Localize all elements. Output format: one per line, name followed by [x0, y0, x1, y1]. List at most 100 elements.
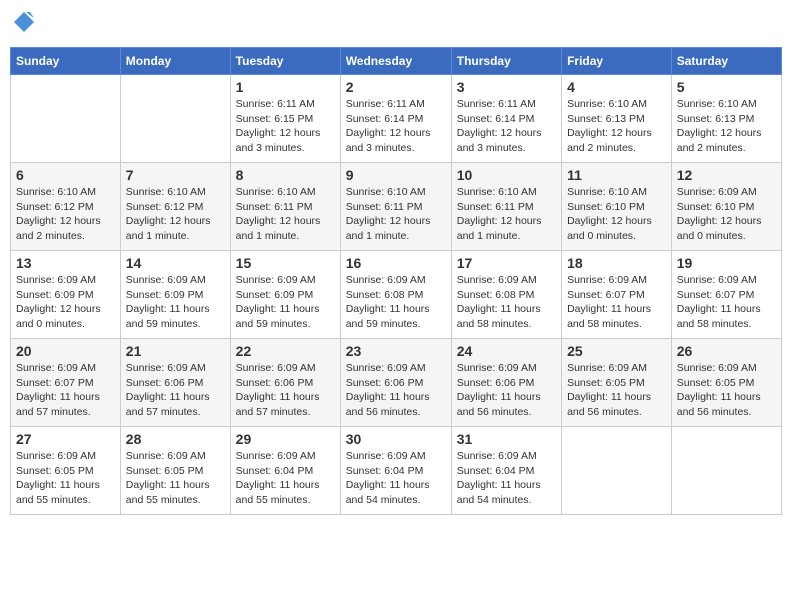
day-number: 15 — [236, 255, 335, 271]
logo — [10, 10, 36, 39]
calendar-cell: 28 Sunrise: 6:09 AM Sunset: 6:05 PM Dayli… — [120, 427, 230, 515]
day-info: Sunrise: 6:09 AM Sunset: 6:06 PM Dayligh… — [346, 361, 446, 420]
weekday-header: Monday — [120, 48, 230, 75]
calendar-cell: 13Sunrise: 6:09 AM Sunset: 6:09 PM Dayli… — [11, 251, 121, 339]
weekday-header: Wednesday — [340, 48, 451, 75]
calendar-cell: 8 Sunrise: 6:10 AM Sunset: 6:11 PM Daylig… — [230, 163, 340, 251]
day-number: 17 — [457, 255, 556, 271]
day-info: Sunrise: 6:09 AM Sunset: 6:04 PM Dayligh… — [346, 449, 446, 508]
day-number: 16 — [346, 255, 446, 271]
day-info: Sunrise: 6:10 AM Sunset: 6:13 PM Dayligh… — [567, 97, 666, 156]
calendar-cell: 18 Sunrise: 6:09 AM Sunset: 6:07 PM Dayli… — [562, 251, 672, 339]
day-info: Sunrise: 6:10 AM Sunset: 6:11 PM Dayligh… — [457, 185, 556, 244]
day-info: Sunrise: 6:10 AM Sunset: 6:11 PM Dayligh… — [346, 185, 446, 244]
calendar-week-row: 13 Sunrise: 6:09 AM Sunset: 6:09 PM Dayli… — [11, 251, 782, 339]
calendar-cell: 29 Sunrise: 6:09 AM Sunset: 6:04 PM Dayli… — [230, 427, 340, 515]
calendar-cell: 27 Sunrise: 6:09 AM Sunset: 6:05 PM Dayli… — [11, 427, 121, 515]
calendar-cell: 23 Sunrise: 6:09 AM Sunset: 6:06 PM Dayli… — [340, 339, 451, 427]
day-info: Sunrise: 6:09 AM Sunset: 6:05 PM Dayligh… — [677, 361, 776, 420]
day-number: 13 — [16, 255, 115, 271]
day-info: Sunrise: 6:09 AM Sunset: 6:05 PM Dayligh… — [567, 361, 666, 420]
weekday-header: Tuesday — [230, 48, 340, 75]
day-info: Sunrise: 6:09 AM Sunset: 6:05 PM Dayligh… — [126, 449, 225, 508]
calendar-cell: 21Sunrise: 6:09 AM Sunset: 6:06 PM Dayli… — [120, 339, 230, 427]
day-info: Sunrise: 6:09 AM Sunset: 6:06 PM Dayligh… — [236, 361, 335, 420]
calendar-cell: 22Sunrise: 6:09 AM Sunset: 6:06 PM Dayli… — [230, 339, 340, 427]
day-number: 30 — [346, 431, 446, 447]
day-number: 7 — [126, 167, 225, 183]
calendar-cell: 25 Sunrise: 6:09 AM Sunset: 6:05 PM Dayli… — [562, 339, 672, 427]
calendar-cell: 10 Sunrise: 6:10 AM Sunset: 6:11 PM Dayli… — [451, 163, 561, 251]
day-number: 26 — [677, 343, 776, 359]
day-number: 1 — [236, 79, 335, 95]
day-number: 11 — [567, 167, 666, 183]
calendar-cell: 6Sunrise: 6:10 AM Sunset: 6:12 PM Daylig… — [11, 163, 121, 251]
calendar-cell: 12 Sunrise: 6:09 AM Sunset: 6:10 PM Dayli… — [671, 163, 781, 251]
day-info: Sunrise: 6:09 AM Sunset: 6:07 PM Dayligh… — [677, 273, 776, 332]
day-info: Sunrise: 6:10 AM Sunset: 6:13 PM Dayligh… — [677, 97, 776, 156]
day-info: Sunrise: 6:09 AM Sunset: 6:08 PM Dayligh… — [346, 273, 446, 332]
day-number: 31 — [457, 431, 556, 447]
day-number: 9 — [346, 167, 446, 183]
day-info: Sunrise: 6:10 AM Sunset: 6:10 PM Dayligh… — [567, 185, 666, 244]
day-number: 28 — [126, 431, 225, 447]
day-number: 2 — [346, 79, 446, 95]
calendar-week-row: 6Sunrise: 6:10 AM Sunset: 6:12 PM Daylig… — [11, 163, 782, 251]
weekday-header: Sunday — [11, 48, 121, 75]
day-number: 12 — [677, 167, 776, 183]
calendar-cell: 24Sunrise: 6:09 AM Sunset: 6:06 PM Dayli… — [451, 339, 561, 427]
day-info: Sunrise: 6:09 AM Sunset: 6:04 PM Dayligh… — [236, 449, 335, 508]
day-number: 23 — [346, 343, 446, 359]
day-info: Sunrise: 6:09 AM Sunset: 6:10 PM Dayligh… — [677, 185, 776, 244]
calendar-cell — [671, 427, 781, 515]
day-number: 29 — [236, 431, 335, 447]
day-info: Sunrise: 6:10 AM Sunset: 6:11 PM Dayligh… — [236, 185, 335, 244]
day-info: Sunrise: 6:10 AM Sunset: 6:12 PM Dayligh… — [16, 185, 115, 244]
day-number: 20 — [16, 343, 115, 359]
weekday-header: Saturday — [671, 48, 781, 75]
calendar-cell: 5 Sunrise: 6:10 AM Sunset: 6:13 PM Daylig… — [671, 75, 781, 163]
day-info: Sunrise: 6:09 AM Sunset: 6:07 PM Dayligh… — [567, 273, 666, 332]
page-header — [10, 10, 782, 39]
day-info: Sunrise: 6:10 AM Sunset: 6:12 PM Dayligh… — [126, 185, 225, 244]
day-number: 5 — [677, 79, 776, 95]
day-info: Sunrise: 6:09 AM Sunset: 6:09 PM Dayligh… — [126, 273, 225, 332]
weekday-header: Thursday — [451, 48, 561, 75]
day-info: Sunrise: 6:11 AM Sunset: 6:15 PM Dayligh… — [236, 97, 335, 156]
calendar-cell: 1 Sunrise: 6:11 AM Sunset: 6:15 PM Daylig… — [230, 75, 340, 163]
day-number: 8 — [236, 167, 335, 183]
day-number: 10 — [457, 167, 556, 183]
day-number: 24 — [457, 343, 556, 359]
calendar-cell: 7 Sunrise: 6:10 AM Sunset: 6:12 PM Daylig… — [120, 163, 230, 251]
calendar-table: SundayMondayTuesdayWednesdayThursdayFrid… — [10, 47, 782, 515]
calendar-cell: 2 Sunrise: 6:11 AM Sunset: 6:14 PM Daylig… — [340, 75, 451, 163]
calendar-cell — [562, 427, 672, 515]
day-info: Sunrise: 6:09 AM Sunset: 6:09 PM Dayligh… — [236, 273, 335, 332]
calendar-week-row: 1 Sunrise: 6:11 AM Sunset: 6:15 PM Daylig… — [11, 75, 782, 163]
calendar-cell: 11 Sunrise: 6:10 AM Sunset: 6:10 PM Dayli… — [562, 163, 672, 251]
day-number: 25 — [567, 343, 666, 359]
calendar-cell — [11, 75, 121, 163]
calendar-cell: 30 Sunrise: 6:09 AM Sunset: 6:04 PM Dayli… — [340, 427, 451, 515]
day-info: Sunrise: 6:09 AM Sunset: 6:04 PM Dayligh… — [457, 449, 556, 508]
day-number: 18 — [567, 255, 666, 271]
weekday-header: Friday — [562, 48, 672, 75]
calendar-week-row: 27 Sunrise: 6:09 AM Sunset: 6:05 PM Dayli… — [11, 427, 782, 515]
calendar-cell: 15 Sunrise: 6:09 AM Sunset: 6:09 PM Dayli… — [230, 251, 340, 339]
day-info: Sunrise: 6:09 AM Sunset: 6:08 PM Dayligh… — [457, 273, 556, 332]
day-number: 21 — [126, 343, 225, 359]
calendar-cell: 20Sunrise: 6:09 AM Sunset: 6:07 PM Dayli… — [11, 339, 121, 427]
day-number: 27 — [16, 431, 115, 447]
day-info: Sunrise: 6:11 AM Sunset: 6:14 PM Dayligh… — [346, 97, 446, 156]
calendar-week-row: 20Sunrise: 6:09 AM Sunset: 6:07 PM Dayli… — [11, 339, 782, 427]
calendar-cell: 19Sunrise: 6:09 AM Sunset: 6:07 PM Dayli… — [671, 251, 781, 339]
calendar-cell: 16 Sunrise: 6:09 AM Sunset: 6:08 PM Dayli… — [340, 251, 451, 339]
calendar-cell: 4Sunrise: 6:10 AM Sunset: 6:13 PM Daylig… — [562, 75, 672, 163]
day-number: 3 — [457, 79, 556, 95]
calendar-cell: 14 Sunrise: 6:09 AM Sunset: 6:09 PM Dayli… — [120, 251, 230, 339]
calendar-cell: 31 Sunrise: 6:09 AM Sunset: 6:04 PM Dayli… — [451, 427, 561, 515]
day-info: Sunrise: 6:09 AM Sunset: 6:05 PM Dayligh… — [16, 449, 115, 508]
calendar-cell: 17 Sunrise: 6:09 AM Sunset: 6:08 PM Dayli… — [451, 251, 561, 339]
day-number: 14 — [126, 255, 225, 271]
calendar-cell: 26 Sunrise: 6:09 AM Sunset: 6:05 PM Dayli… — [671, 339, 781, 427]
